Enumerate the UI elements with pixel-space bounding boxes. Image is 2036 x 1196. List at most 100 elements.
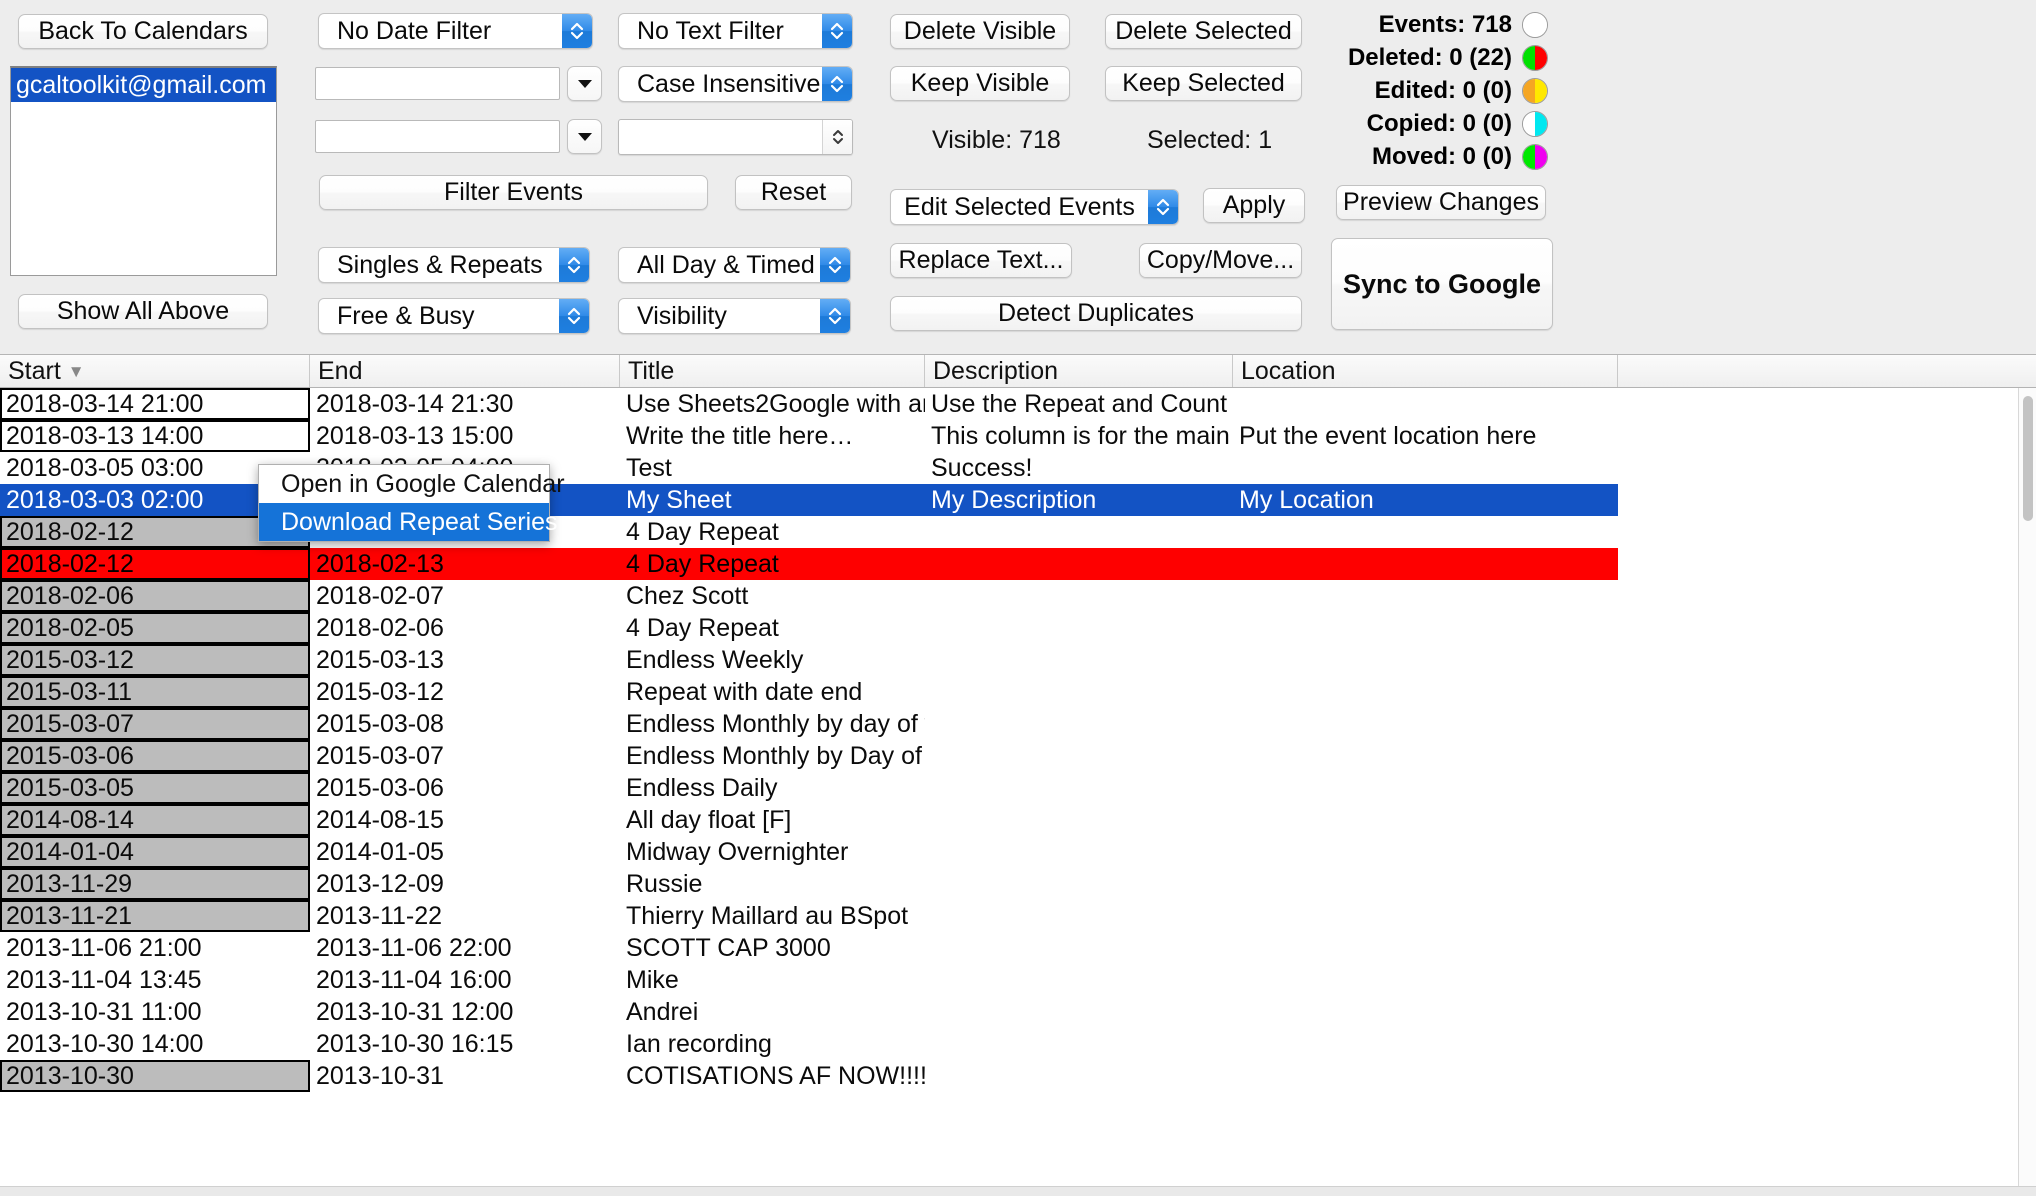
table-cell-description [925, 996, 1233, 1028]
delete-visible-button[interactable]: Delete Visible [890, 14, 1070, 49]
delete-selected-button[interactable]: Delete Selected [1105, 14, 1302, 49]
chevron-updown-icon[interactable] [1148, 190, 1178, 224]
table-cell-description [925, 516, 1233, 548]
date-from-input[interactable] [315, 67, 560, 100]
text-filter-dropdown[interactable]: No Text Filter [618, 13, 853, 49]
table-row[interactable]: 2018-03-13 14:00 2018-03-13 15:00 Write th… [0, 420, 2036, 452]
calendar-list[interactable]: gcaltoolkit@gmail.com [10, 66, 277, 276]
extra-filter-dropdown[interactable] [618, 119, 853, 155]
table-row[interactable]: 2015-03-12 2015-03-13 Endless Weekly [0, 644, 2036, 676]
stat-deleted-label: Deleted: 0 (22) [1347, 44, 1512, 71]
table-row[interactable]: 2015-03-07 2015-03-08 Endless Monthly by d… [0, 708, 2036, 740]
table-row[interactable]: 2013-11-29 2013-12-09 Russie [0, 868, 2036, 900]
table-cell-location [1233, 996, 1618, 1028]
chevron-updown-icon[interactable] [822, 14, 852, 48]
table-header-end[interactable]: End [310, 355, 620, 387]
table-header-description[interactable]: Description [925, 355, 1233, 387]
table-cell-location [1233, 740, 1618, 772]
table-row[interactable]: 2013-10-31 11:00 2013-10-31 12:00 Andrei [0, 996, 2036, 1028]
table-cell-title: Repeat with date end [626, 678, 863, 706]
table-row[interactable]: 2018-02-122018-02-134 Day Repeat [0, 548, 2036, 580]
table-cell-end: 2018-03-13 15:00 [316, 422, 514, 450]
table-cell-end: 2013-10-31 [316, 1062, 444, 1090]
sync-to-google-button[interactable]: Sync to Google [1331, 238, 1553, 330]
table-cell-description [925, 900, 1233, 932]
table-header-start[interactable]: Start ▼ [0, 355, 310, 387]
chevron-updown-icon[interactable] [820, 299, 850, 333]
chevron-updown-icon[interactable] [559, 248, 589, 282]
table-cell-end: 2013-10-31 12:00 [316, 998, 514, 1026]
reset-button[interactable]: Reset [735, 175, 852, 210]
table-row[interactable]: 2014-08-14 2014-08-15 All day float [F] [0, 804, 2036, 836]
context-menu-item-open-in-google-calendar[interactable]: Open in Google Calendar [259, 465, 565, 503]
table-cell-start: 2018-03-13 14:00 [0, 420, 310, 452]
allday-filter-dropdown[interactable]: All Day & Timed [618, 247, 851, 283]
table-row[interactable]: 2015-03-11 2015-03-12 Repeat with date end [0, 676, 2036, 708]
repeat-filter-dropdown[interactable]: Singles & Repeats [318, 247, 590, 283]
table-cell-description [925, 644, 1233, 676]
table-cell-start: 2018-03-14 21:00 [0, 388, 310, 420]
table-cell-title: Midway Overnighter [626, 838, 849, 866]
calendar-list-item[interactable]: gcaltoolkit@gmail.com [11, 68, 276, 102]
table-row[interactable]: 2015-03-06 2015-03-07 Endless Monthly by D… [0, 740, 2036, 772]
selected-counter: Selected: 1 [1147, 126, 1272, 155]
preview-changes-button[interactable]: Preview Changes [1336, 185, 1546, 220]
date-from-dropdown-button[interactable] [567, 66, 602, 101]
keep-visible-button[interactable]: Keep Visible [890, 66, 1070, 101]
table-cell-end: 2013-11-04 16:00 [316, 966, 512, 994]
table-row[interactable]: 2018-03-14 21:00 2018-03-14 21:30 Use Shee… [0, 388, 2036, 420]
back-to-calendars-button[interactable]: Back To Calendars [18, 14, 268, 49]
table-cell-end: 2015-03-13 [316, 646, 444, 674]
table-cell-title: Endless Monthly by day of week [626, 710, 925, 738]
case-sensitivity-dropdown[interactable]: Case Insensitive [618, 66, 853, 102]
delete-visible-label: Delete Visible [903, 17, 1057, 45]
row-context-menu[interactable]: Open in Google Calendar Download Repeat … [258, 464, 565, 542]
context-menu-item-download-repeat-series[interactable]: Download Repeat Series [259, 503, 558, 541]
vertical-scrollbar[interactable] [2018, 388, 2036, 1196]
stepper-chevron-icon[interactable] [822, 120, 852, 154]
table-cell-start: 2013-11-21 [0, 900, 310, 932]
date-filter-dropdown[interactable]: No Date Filter [318, 13, 593, 49]
busy-filter-value: Free & Busy [337, 301, 475, 330]
chevron-updown-icon[interactable] [562, 14, 592, 48]
replace-text-button[interactable]: Replace Text... [890, 243, 1072, 278]
table-row[interactable]: 2018-02-05 2018-02-06 4 Day Repeat [0, 612, 2036, 644]
table-row[interactable]: 2018-02-06 2018-02-07 Chez Scott [0, 580, 2036, 612]
table-cell-description [925, 676, 1233, 708]
horizontal-scrollbar[interactable] [0, 1186, 2036, 1196]
show-all-above-button[interactable]: Show All Above [18, 294, 268, 329]
scrollbar-thumb[interactable] [2023, 396, 2033, 521]
visible-counter-value: 718 [1019, 126, 1061, 154]
table-row[interactable]: 2013-11-04 13:45 2013-11-04 16:00 Mike [0, 964, 2036, 996]
stat-deleted-dot-icon [1522, 45, 1548, 71]
table-row[interactable]: 2013-11-06 21:00 2013-11-06 22:00 SCOTT CA… [0, 932, 2036, 964]
table-cell-location [1233, 868, 1618, 900]
table-cell-title: SCOTT CAP 3000 [626, 934, 831, 962]
table-header-location[interactable]: Location [1233, 355, 1618, 387]
allday-filter-value: All Day & Timed [637, 250, 815, 279]
apply-button[interactable]: Apply [1203, 188, 1305, 223]
table-row[interactable]: 2013-10-30 14:00 2013-10-30 16:15 Ian reco… [0, 1028, 2036, 1060]
table-row[interactable]: 2013-10-30 2013-10-31 COTISATIONS AF NOW!!… [0, 1060, 2036, 1092]
date-to-dropdown-button[interactable] [567, 119, 602, 154]
table-row[interactable]: 2015-03-05 2015-03-06 Endless Daily [0, 772, 2036, 804]
table-cell-end: 2015-03-08 [316, 710, 444, 738]
visibility-filter-dropdown[interactable]: Visibility [618, 298, 851, 334]
table-row[interactable]: 2014-01-04 2014-01-05 Midway Overnighter [0, 836, 2036, 868]
table-cell-end: 2018-02-07 [316, 582, 444, 610]
copy-move-button[interactable]: Copy/Move... [1139, 243, 1302, 278]
app-window: Back To Calendars gcaltoolkit@gmail.com … [0, 0, 2036, 1196]
table-cell-title: COTISATIONS AF NOW!!!! [626, 1062, 925, 1090]
table-row[interactable]: 2013-11-21 2013-11-22 Thierry Maillard au … [0, 900, 2036, 932]
date-to-input[interactable] [315, 120, 560, 153]
chevron-updown-icon[interactable] [559, 299, 589, 333]
detect-duplicates-button[interactable]: Detect Duplicates [890, 296, 1302, 331]
table-header-title[interactable]: Title [620, 355, 925, 387]
table-cell-start: 2013-10-31 11:00 [6, 998, 202, 1026]
edit-selected-events-dropdown[interactable]: Edit Selected Events [890, 189, 1179, 225]
filter-events-button[interactable]: Filter Events [319, 175, 708, 210]
chevron-updown-icon[interactable] [822, 67, 852, 101]
keep-selected-button[interactable]: Keep Selected [1105, 66, 1302, 101]
busy-filter-dropdown[interactable]: Free & Busy [318, 298, 590, 334]
chevron-updown-icon[interactable] [820, 248, 850, 282]
